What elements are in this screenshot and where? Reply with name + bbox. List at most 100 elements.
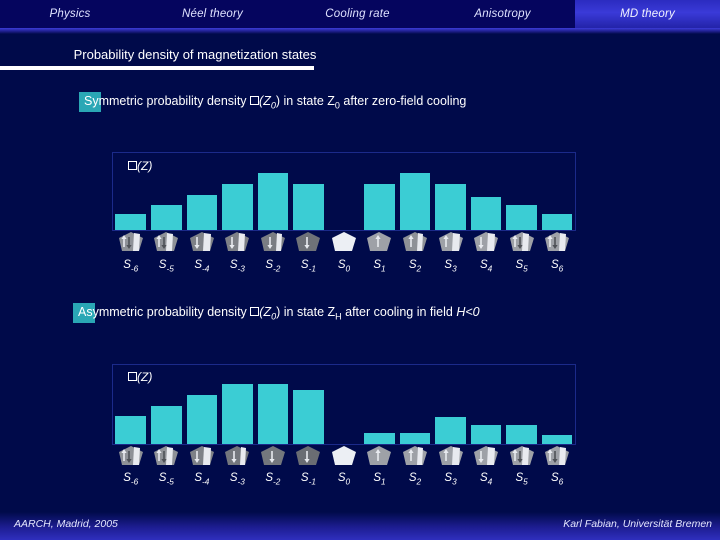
axis-tick-subscript: -1 — [308, 264, 316, 274]
axis-tick-base: S — [300, 472, 309, 484]
axis-tick-base: S — [408, 259, 417, 271]
page-title: Probability density of magnetization sta… — [73, 47, 317, 62]
nav-tab-label: Cooling rate — [325, 8, 390, 20]
nav-tab-md-theory[interactable]: MD theory — [575, 0, 720, 28]
bar-S-5 — [151, 204, 182, 230]
axis-tick-subscript: 2 — [416, 264, 422, 274]
bar-slot — [504, 153, 540, 230]
axis-tick-base: S — [479, 259, 488, 271]
bar-S2 — [399, 173, 431, 230]
axis-tick-base: S — [123, 472, 131, 484]
axis-tick-base: S — [265, 472, 274, 484]
axis-tick-subscript: 0 — [345, 264, 351, 274]
axis-tick-S5: S5 — [504, 472, 540, 486]
bar-slot — [433, 153, 469, 230]
grain-icon-S-3 — [220, 230, 256, 254]
grain-icon-S4 — [468, 444, 504, 468]
nav-tab-label: MD theory — [620, 8, 675, 20]
caption-1-mid: (Z — [259, 94, 271, 108]
bar-slot — [362, 153, 398, 230]
grain-icon-S4 — [468, 230, 504, 254]
grain-icon-S6 — [539, 444, 575, 468]
bar-S4 — [470, 425, 502, 444]
title-underline-rule — [0, 66, 314, 70]
axis-tick-base: S — [300, 259, 309, 271]
axis-tick-base: S — [551, 472, 559, 484]
bar-slot — [539, 153, 575, 230]
bar-S6 — [541, 434, 573, 444]
axis-tick-S-6: S-6 — [113, 472, 149, 486]
chart-symmetric-grain-icons — [113, 230, 575, 254]
axis-tick-subscript: 4 — [487, 264, 493, 274]
bar-slot — [468, 153, 504, 230]
bar-S-5 — [151, 406, 182, 444]
axis-tick-base: S — [373, 472, 382, 484]
axis-tick-S3: S3 — [433, 472, 469, 486]
axis-tick-S4: S4 — [468, 259, 504, 273]
bar-slot — [149, 365, 185, 444]
axis-tick-subscript: -4 — [201, 477, 210, 487]
axis-tick-S-4: S-4 — [184, 259, 220, 273]
axis-tick-S0: S0 — [326, 472, 362, 486]
grain-icon-S3 — [433, 444, 469, 468]
bar-slot — [113, 153, 149, 230]
axis-tick-base: S — [373, 259, 382, 271]
caption-2-mid: (Z — [259, 305, 272, 319]
bar-S2 — [399, 432, 431, 444]
caption-2-field: H<0 — [456, 305, 480, 319]
bar-slot — [504, 365, 540, 444]
axis-tick-subscript: -6 — [130, 477, 139, 487]
axis-tick-S6: S6 — [539, 472, 575, 486]
axis-tick-subscript: 5 — [523, 477, 528, 487]
axis-tick-base: S — [229, 472, 238, 484]
bar-slot — [397, 153, 433, 230]
nav-tab-cooling-rate[interactable]: Cooling rate — [285, 0, 430, 28]
axis-tick-base: S — [123, 259, 131, 271]
bar-slot — [326, 365, 362, 444]
slide-root: Physics Néel theory Cooling rate Anisotropy… — [0, 0, 720, 540]
axis-tick-S1: S1 — [362, 472, 398, 486]
bar-slot — [255, 153, 291, 230]
grain-icon-S3 — [433, 230, 469, 254]
bar-S1 — [364, 183, 395, 230]
chart-asymmetric-bars — [113, 365, 575, 444]
bar-S5 — [506, 425, 537, 444]
axis-tick-S1: S1 — [362, 259, 398, 273]
caption-symmetric: Symmetric probability density (Z0) in st… — [79, 92, 467, 112]
axis-tick-S-5: S-5 — [149, 259, 185, 273]
axis-tick-subscript: 1 — [381, 477, 386, 487]
axis-tick-subscript: 4 — [487, 477, 493, 487]
nav-tab-physics[interactable]: Physics — [0, 0, 140, 28]
axis-tick-base: S — [551, 259, 559, 271]
grain-icon-S-5 — [149, 230, 185, 254]
axis-tick-S2: S2 — [397, 472, 433, 486]
bar-S-2 — [257, 173, 289, 230]
chart-symmetric-axis-labels: S-6 S-5 S-4 S-3 S-2 S-1 S0 S1 S2 S3 S4 S5 S6 — [113, 259, 575, 273]
bar-S-3 — [222, 383, 253, 444]
axis-tick-S-4: S-4 — [184, 472, 220, 486]
bar-S-6 — [115, 213, 147, 230]
axis-tick-base: S — [194, 259, 202, 271]
axis-tick-S-5: S-5 — [149, 472, 185, 486]
nav-tab-n-el-theory[interactable]: Néel theory — [140, 0, 285, 28]
bar-slot — [326, 153, 362, 230]
caption-1-post: after zero-field cooling — [339, 94, 467, 108]
grain-icon-S-4 — [184, 230, 220, 254]
axis-tick-subscript: 5 — [523, 264, 528, 274]
nav-tab-anisotropy[interactable]: Anisotropy — [430, 0, 575, 28]
axis-tick-S-1: S-1 — [291, 472, 327, 486]
axis-tick-subscript: 1 — [381, 264, 386, 274]
bar-slot — [468, 365, 504, 444]
axis-tick-S3: S3 — [433, 259, 469, 273]
axis-tick-S-2: S-2 — [255, 472, 291, 486]
bar-S4 — [470, 196, 502, 230]
grain-icon-S1 — [362, 230, 398, 254]
grain-icon-S5 — [504, 444, 540, 468]
grain-icon-S0 — [326, 230, 362, 254]
navbar-underglow — [0, 28, 720, 34]
axis-tick-base: S — [444, 259, 453, 271]
caption-2-pre: Asymmetric probability density — [78, 305, 251, 319]
axis-tick-S2: S2 — [397, 259, 433, 273]
bar-slot — [220, 153, 256, 230]
axis-tick-subscript: -6 — [130, 264, 139, 274]
